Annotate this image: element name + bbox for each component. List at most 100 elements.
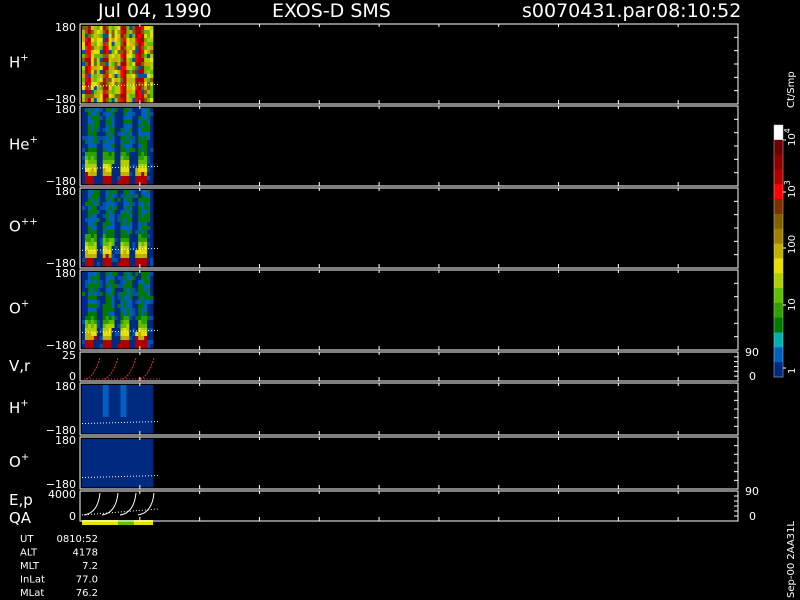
heat-cell [99,254,104,259]
heat-cell [114,483,118,488]
heat-cell [117,413,121,418]
heat-cell [84,284,89,289]
heat-cell [84,164,89,169]
heat-cell [147,86,151,91]
heat-cell [120,90,124,95]
heat-cell [84,34,89,39]
heat-cell [111,417,115,422]
heat-cell [99,312,104,317]
heat-cell [123,46,127,51]
heat-cell [102,198,106,203]
heat-cell [147,128,151,133]
panel-label-charge: + [21,452,29,463]
heat-cell [138,34,142,39]
heat-cell [120,144,124,149]
heat-cell [111,413,115,418]
heat-cell [150,459,154,464]
heat-cell [99,332,104,337]
heat-cell [114,128,118,133]
heat-cell [135,94,139,99]
heat-cell [141,124,145,129]
heat-cell [147,210,151,215]
heat-cell [126,86,130,91]
heat-cell [114,46,118,51]
heat-cell [105,447,109,452]
heat-cell [132,234,136,239]
heat-cell [87,471,92,476]
heat-cell [147,447,151,452]
heat-cell [123,54,127,59]
heat-cell [138,324,142,329]
heat-cell [144,176,148,181]
heat-cell [111,300,115,305]
heat-cell [123,116,127,121]
heat-cell [123,429,127,434]
heat-cell [114,144,118,149]
heat-cell [105,467,109,472]
heat-cell [144,26,148,31]
heat-cell [120,397,124,402]
heat-cell [87,152,92,157]
heat-cell [84,38,89,43]
heat-cell [82,136,86,141]
heat-cell [82,108,86,113]
heat-cell [129,258,133,263]
heat-cell [144,156,148,161]
heat-cell [99,176,104,181]
heat-cell [147,304,151,309]
heat-cell [132,439,136,444]
heat-cell [84,206,89,211]
heat-cell [111,222,115,227]
heat-cell [114,258,118,263]
heat-cell [99,393,104,398]
heat-cell [126,74,130,79]
heat-cell [138,210,142,215]
heat-cell [147,344,151,349]
heat-cell [129,467,133,472]
heat-cell [111,459,115,464]
heat-cell [99,148,104,153]
heat-cell [93,160,98,165]
heat-cell [117,120,121,125]
heat-cell [135,340,139,345]
heat-cell [105,198,109,203]
heat-cell [105,409,109,414]
heat-cell [147,272,151,277]
heat-cell [114,409,118,414]
heat-cell [111,292,115,297]
heat-cell [96,272,101,277]
heat-cell [123,254,127,259]
heat-cell [123,292,127,297]
heat-cell [117,272,121,277]
heat-cell [93,300,98,305]
heat-cell [93,389,98,394]
heat-cell [126,332,130,337]
heat-cell [105,34,109,39]
heat-cell [87,439,92,444]
heat-cell [99,46,104,51]
heat-cell [120,152,124,157]
heat-cell [90,210,95,215]
heat-cell [126,46,130,51]
heat-cell [150,280,154,285]
heat-cell [108,42,112,47]
heat-cell [105,471,109,476]
heat-cell [105,389,109,394]
heat-cell [102,112,106,117]
heat-cell [132,30,136,35]
heat-cell [96,296,101,301]
heat-cell [129,164,133,169]
heat-cell [147,238,151,243]
heat-cell [123,222,127,227]
heat-cell [111,148,115,153]
heat-cell [150,258,154,263]
heat-cell [105,284,109,289]
heat-cell [108,401,112,406]
heat-cell [82,82,86,87]
heat-cell [93,425,98,430]
heat-cell [93,86,98,91]
heat-cell [108,120,112,125]
heat-cell [138,479,142,484]
heat-cell [138,401,142,406]
heat-cell [117,451,121,456]
